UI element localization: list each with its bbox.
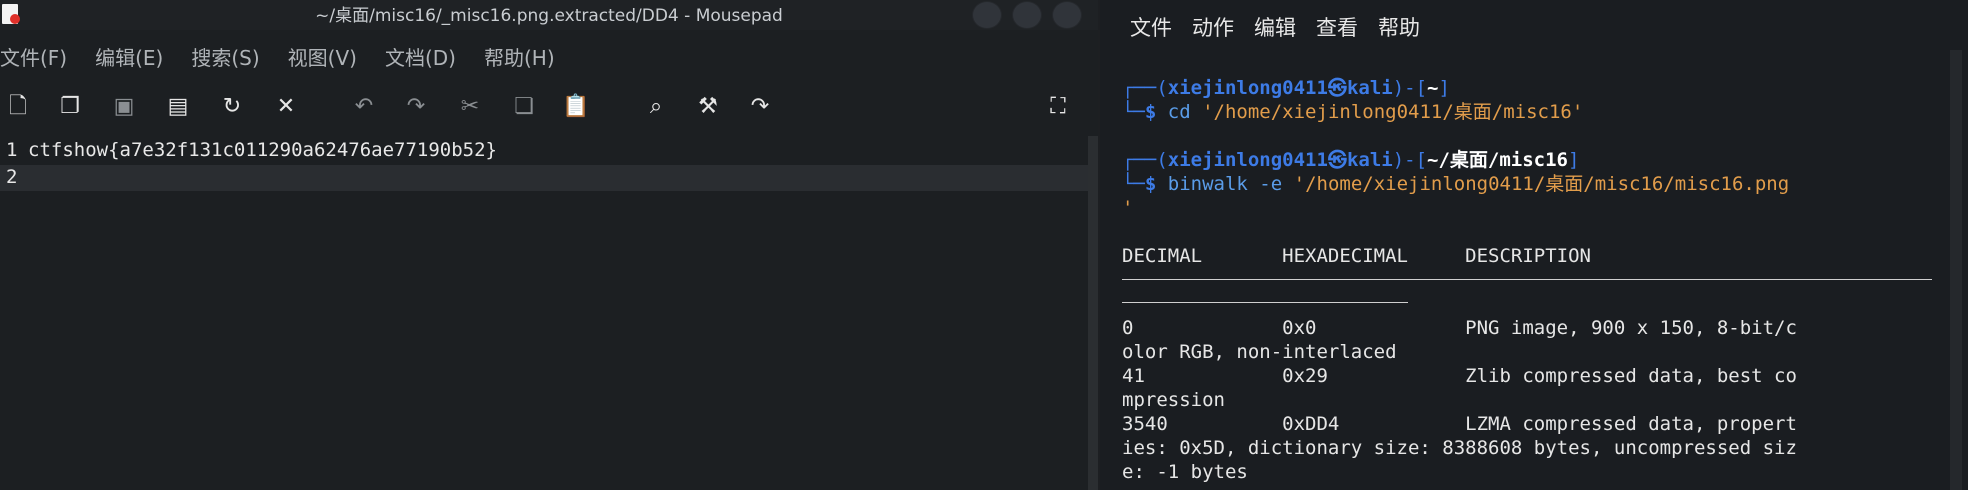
reload-icon[interactable]: ↻ bbox=[218, 90, 246, 124]
close-window-button[interactable] bbox=[1052, 1, 1082, 29]
terminal-menu-file[interactable]: 文件 bbox=[1130, 12, 1172, 42]
output-line: 41 0x29 Zlib compressed data, best co bbox=[1122, 365, 1797, 387]
output-line: mpression bbox=[1122, 389, 1225, 411]
command-line-wrap: ' bbox=[1122, 197, 1134, 219]
window-title: ~/桌面/misc16/_misc16.png.extracted/DD4 - … bbox=[315, 6, 783, 26]
header-rule-wrap bbox=[1122, 302, 1408, 303]
new-document-icon[interactable]: 🗋 bbox=[4, 90, 32, 124]
output-line: e: -1 bytes bbox=[1122, 461, 1248, 483]
maximize-button[interactable] bbox=[1012, 1, 1042, 29]
prompt-line: ┌──(xiejinlong0411㉿kali)-[~] bbox=[1122, 77, 1450, 99]
terminal-menu-edit[interactable]: 编辑 bbox=[1254, 12, 1296, 42]
redo-icon[interactable]: ↷ bbox=[402, 90, 430, 124]
header-rule bbox=[1122, 279, 1932, 280]
menu-search[interactable]: 搜索(S) bbox=[191, 42, 259, 71]
save-icon[interactable]: ▣ bbox=[110, 90, 138, 124]
cut-icon[interactable]: ✂ bbox=[456, 90, 484, 124]
new-window-icon[interactable]: ❐ bbox=[56, 90, 84, 124]
terminal-menu-action[interactable]: 动作 bbox=[1192, 12, 1234, 42]
pane-divider[interactable] bbox=[1088, 136, 1098, 490]
menu-help[interactable]: 帮助(H) bbox=[484, 42, 555, 71]
command-line: └─$ cd '/home/xiejinlong0411/桌面/misc16' bbox=[1122, 101, 1584, 123]
undo-icon[interactable]: ↶ bbox=[350, 90, 378, 124]
save-as-icon[interactable]: ▤ bbox=[164, 90, 192, 124]
line-text: ctfshow{a7e32f131c011290a62476ae77190b52… bbox=[28, 139, 497, 161]
command-line: └─$ binwalk -e '/home/xiejinlong0411/桌面/… bbox=[1122, 173, 1790, 195]
terminal-menu-help[interactable]: 帮助 bbox=[1378, 12, 1420, 42]
menu-view[interactable]: 视图(V) bbox=[288, 42, 357, 71]
output-header: DECIMAL HEXADECIMAL DESCRIPTION bbox=[1122, 245, 1591, 267]
line-number: 2 bbox=[6, 166, 18, 188]
menu-file[interactable]: 文件(F) bbox=[0, 42, 67, 71]
terminal-window: 文件 动作 编辑 查看 帮助 ┌──(xiejinlong0411㉿kali)-[~] … bbox=[1100, 0, 1968, 490]
replace-icon[interactable]: ⚒ bbox=[694, 90, 722, 124]
line-number: 1 bbox=[6, 139, 18, 161]
editor-line: 1 ctfshow{a7e32f131c011290a62476ae77190b… bbox=[0, 138, 1088, 164]
menu-document[interactable]: 文档(D) bbox=[385, 42, 456, 71]
output-line: ies: 0x5D, dictionary size: 8388608 byte… bbox=[1122, 437, 1797, 459]
mousepad-window: ~/桌面/misc16/_misc16.png.extracted/DD4 - … bbox=[0, 0, 1098, 490]
paste-icon[interactable]: 📋 bbox=[562, 90, 590, 124]
terminal-menu-view[interactable]: 查看 bbox=[1316, 12, 1358, 42]
copy-icon[interactable]: ❏ bbox=[510, 90, 538, 124]
terminal-menu-bar: 文件 动作 编辑 查看 帮助 bbox=[1130, 12, 1440, 42]
output-line: 3540 0xDD4 LZMA compressed data, propert bbox=[1122, 413, 1797, 435]
goto-icon[interactable]: ↷ bbox=[746, 90, 774, 124]
output-line: olor RGB, non-interlaced bbox=[1122, 341, 1397, 363]
mousepad-titlebar[interactable]: ~/桌面/misc16/_misc16.png.extracted/DD4 - … bbox=[0, 0, 1098, 30]
editor-line-current: 2 bbox=[0, 165, 1088, 191]
text-editor[interactable]: 1 ctfshow{a7e32f131c011290a62476ae77190b… bbox=[0, 136, 1088, 490]
minimize-button[interactable] bbox=[972, 1, 1002, 29]
output-line: 0 0x0 PNG image, 900 x 150, 8-bit/c bbox=[1122, 317, 1797, 339]
close-icon[interactable]: ✕ bbox=[272, 90, 300, 124]
menu-bar: 文件(F) 编辑(E) 搜索(S) 视图(V) 文档(D) 帮助(H) bbox=[0, 42, 583, 72]
terminal-scrollbar[interactable] bbox=[1950, 50, 1962, 490]
fullscreen-icon[interactable]: ⛶ bbox=[1044, 90, 1072, 124]
terminal-output[interactable]: ┌──(xiejinlong0411㉿kali)-[~] └─$ cd '/ho… bbox=[1122, 76, 1797, 484]
menu-edit[interactable]: 编辑(E) bbox=[95, 42, 163, 71]
toolbar: 🗋 ❐ ▣ ▤ ↻ ✕ ↶ ↷ ✂ ❏ 📋 ⌕ ⚒ ↷ ⛶ bbox=[0, 90, 1098, 124]
prompt-line: ┌──(xiejinlong0411㉿kali)-[~/桌面/misc16] bbox=[1122, 149, 1580, 171]
search-icon[interactable]: ⌕ bbox=[642, 90, 670, 124]
